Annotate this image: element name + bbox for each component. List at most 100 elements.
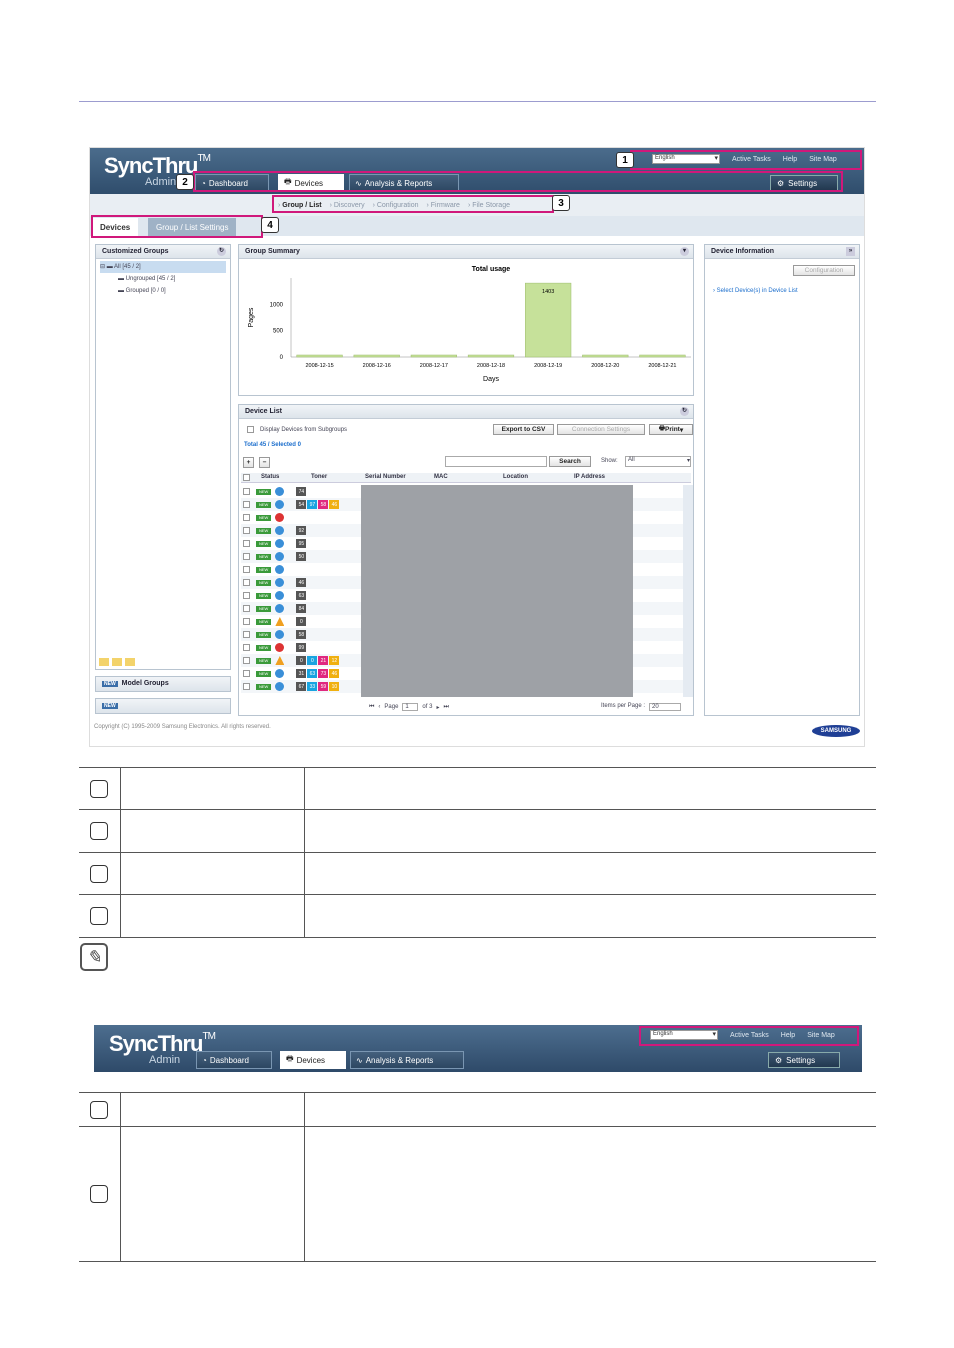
add-group-icon[interactable] [99, 658, 109, 666]
new-badge: NEW [256, 527, 272, 534]
remove-button[interactable]: − [259, 457, 270, 468]
row-checkbox[interactable] [243, 657, 250, 664]
row-checkbox[interactable] [243, 683, 250, 690]
table-row [79, 809, 876, 853]
tree-item-ungrouped[interactable]: ▬ Ungrouped [45 / 2] [100, 273, 226, 285]
row-checkbox[interactable] [243, 605, 250, 612]
add-button[interactable]: + [243, 457, 254, 468]
row-checkbox[interactable] [243, 631, 250, 638]
device-info-title: Device Information» [705, 245, 859, 259]
highlight-2 [193, 171, 843, 192]
description-table-2 [79, 1092, 876, 1262]
new-badge: NEW [256, 501, 272, 508]
select-device-hint[interactable]: › Select Device(s) in Device List [713, 288, 798, 294]
row-checkbox[interactable] [243, 592, 250, 599]
group-tree: ⊟ ▬ All [45 / 2] ▬ Ungrouped [45 / 2] ▬ … [96, 259, 230, 299]
new-badge: NEW [256, 670, 272, 677]
refresh-icon[interactable]: ↻ [217, 247, 226, 256]
row-checkbox[interactable] [243, 553, 250, 560]
scrollbar[interactable] [683, 485, 693, 697]
callout-1: 1 [616, 152, 634, 168]
new-badge: NEW [256, 592, 272, 599]
show-label: Show: [601, 458, 618, 464]
syncthru-screenshot: SyncThruTM Admin English Active Tasks He… [89, 147, 865, 747]
print-button[interactable]: 🖶 Print ▾ [649, 424, 693, 435]
row-checkbox[interactable] [243, 540, 250, 547]
display-subgroups[interactable]: Display Devices from Subgroups [245, 426, 347, 433]
y-tick-label: 0 [280, 355, 284, 361]
refresh-icon[interactable]: ↻ [680, 407, 689, 416]
page-input[interactable]: 1 [402, 703, 419, 711]
row-checkbox[interactable] [243, 670, 250, 677]
col-status[interactable]: Status [261, 474, 279, 480]
device-list-panel: Device List ↻ Display Devices from Subgro… [238, 404, 694, 716]
new-badge: NEW [256, 631, 272, 638]
row-checkbox[interactable] [243, 618, 250, 625]
toner-level: 97 [307, 500, 318, 509]
toner-level: 21 [318, 656, 329, 665]
row-checkbox[interactable] [243, 644, 250, 651]
toner-level: 67 [296, 682, 307, 691]
row-checkbox[interactable] [243, 579, 250, 586]
col-toner[interactable]: Toner [311, 474, 327, 480]
toner-level: 0 [296, 617, 307, 626]
row-checkbox[interactable] [243, 501, 250, 508]
number-box [90, 907, 109, 925]
row-checkbox[interactable] [243, 488, 250, 495]
toner-level: 58 [318, 500, 329, 509]
new-badge: NEW [256, 683, 272, 690]
edit-group-icon[interactable] [125, 658, 135, 666]
group-actions [99, 658, 135, 666]
col-mac[interactable]: MAC [434, 474, 448, 480]
last-page-icon[interactable]: ⏭ [443, 704, 448, 711]
collapsed-panel[interactable]: NEW [95, 698, 231, 714]
masked-area [361, 485, 633, 697]
tab-devices[interactable]: 🖶 Devices [280, 1051, 346, 1069]
col-location[interactable]: Location [503, 474, 528, 480]
collapse-icon[interactable]: ▾ [680, 247, 689, 256]
chart-title: Total usage [472, 266, 510, 273]
items-per-page-select[interactable]: 20 [649, 703, 682, 711]
new-badge: NEW [256, 579, 272, 586]
ok-icon [275, 604, 285, 613]
toner-level: 10 [329, 682, 340, 691]
ok-icon [275, 565, 285, 574]
error-icon [275, 513, 285, 522]
show-select[interactable]: All ▾ [625, 456, 691, 467]
row-checkbox[interactable] [243, 514, 250, 521]
model-groups-panel[interactable]: NEW Model Groups [95, 676, 231, 692]
number-box [90, 822, 109, 840]
col-serial[interactable]: Serial Number [365, 474, 406, 480]
export-csv-button[interactable]: Export to CSV [493, 424, 554, 435]
search-button[interactable]: Search [549, 456, 591, 467]
row-checkbox[interactable] [243, 527, 250, 534]
next-page-icon[interactable]: ▸ [436, 704, 439, 711]
expand-icon[interactable]: » [846, 247, 855, 256]
error-icon [275, 643, 285, 652]
tab-dashboard[interactable]: ◔ Dashboard [196, 1051, 272, 1069]
col-ip[interactable]: IP Address [574, 474, 605, 480]
customized-groups-title: Customized Groups ↻ [96, 245, 230, 259]
dashboard-icon: ◔ [202, 1055, 207, 1065]
checkbox[interactable] [247, 426, 254, 433]
top-rule [79, 101, 876, 102]
bar-data-label: 1403 [542, 289, 554, 295]
select-all-checkbox[interactable] [243, 474, 250, 481]
remove-group-icon[interactable] [112, 658, 122, 666]
toner-level: 95 [296, 539, 307, 548]
row-checkbox[interactable] [243, 566, 250, 573]
toner-level: 46 [329, 669, 340, 678]
prev-page-icon[interactable]: ‹ [378, 704, 380, 710]
connection-settings-button[interactable]: Connection Settings [557, 424, 645, 435]
search-input[interactable] [445, 456, 547, 467]
tree-item-grouped[interactable]: ▬ Grouped [0 / 0] [100, 285, 226, 297]
ok-icon [275, 630, 285, 639]
tree-item-all[interactable]: ⊟ ▬ All [45 / 2] [100, 261, 226, 273]
configuration-button[interactable]: Configuration [793, 265, 855, 276]
table-header: Status Toner Serial Number MAC Location … [241, 473, 691, 483]
first-page-icon[interactable]: ⏮ [369, 704, 374, 711]
table-row [79, 1126, 876, 1262]
tab-analysis-reports[interactable]: ∿ Analysis & Reports [350, 1051, 464, 1069]
settings-button[interactable]: ⚙ Settings [768, 1052, 840, 1068]
copyright: Copyright (C) 1995-2009 Samsung Electron… [94, 724, 271, 730]
